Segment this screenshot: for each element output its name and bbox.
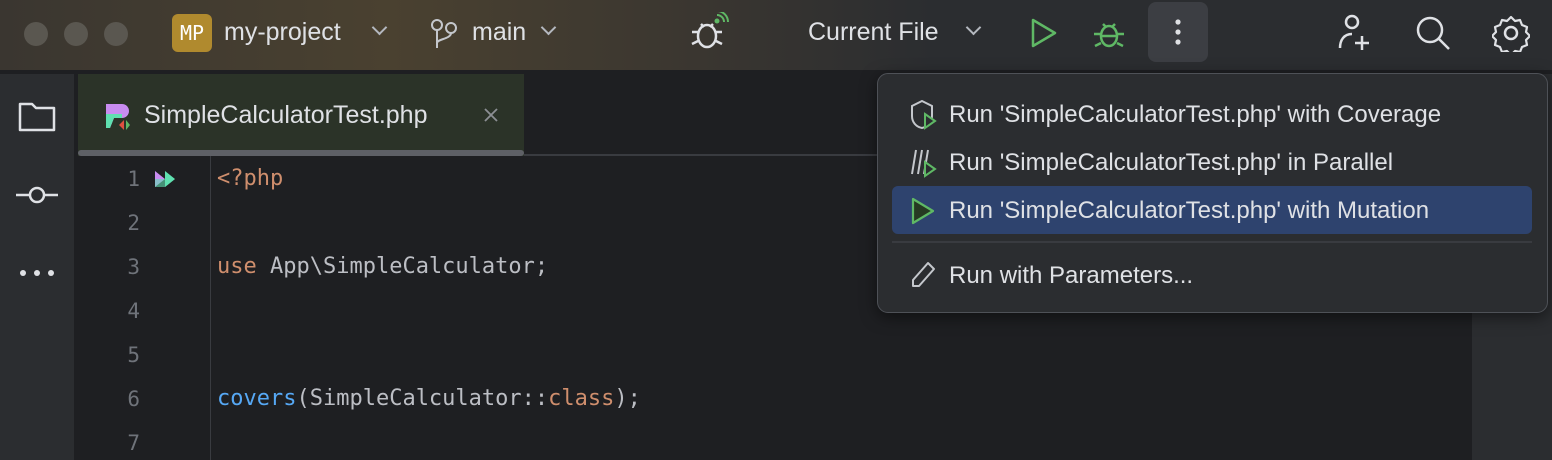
function-name: covers	[217, 386, 297, 411]
menu-item-label: Run with Parameters...	[949, 262, 1194, 289]
run-icon[interactable]	[1030, 18, 1058, 48]
title-bar: MP my-project main Current File	[0, 0, 1552, 72]
menu-item-run-with-coverage[interactable]: Run 'SimpleCalculatorTest.php' with Cove…	[892, 90, 1532, 138]
commit-icon[interactable]	[16, 184, 58, 206]
code-line-6[interactable]: covers(SimpleCalculator::class);	[217, 386, 641, 411]
tab-filename: SimpleCalculatorTest.php	[144, 101, 428, 129]
chevron-down-icon	[540, 19, 557, 36]
run-options-menu: Run 'SimpleCalculatorTest.php' with Cove…	[877, 73, 1548, 313]
code-text: );	[614, 386, 641, 411]
code-text: (SimpleCalculator::	[296, 386, 549, 411]
coverage-icon	[911, 100, 937, 130]
search-icon[interactable]	[1414, 14, 1452, 52]
run-icon	[911, 197, 935, 225]
menu-item-label: Run 'SimpleCalculatorTest.php' with Cove…	[949, 101, 1442, 128]
debug-remote-icon[interactable]	[688, 12, 730, 52]
parallel-icon	[911, 149, 937, 178]
add-user-icon[interactable]	[1336, 12, 1374, 54]
line-number: 4	[127, 299, 140, 323]
line-number: 7	[127, 431, 140, 455]
pest-file-icon	[106, 104, 130, 130]
code-line-3[interactable]: use App\SimpleCalculator;	[217, 254, 548, 279]
chevron-down-icon	[965, 19, 982, 36]
project-folder-icon[interactable]	[18, 100, 56, 132]
line-number: 6	[127, 387, 140, 411]
more-actions-button[interactable]	[1148, 2, 1208, 62]
line-number: 2	[127, 211, 140, 235]
code-line-1[interactable]: <?php	[217, 166, 283, 191]
close-tab-icon[interactable]	[484, 108, 498, 122]
tool-window-sidebar	[0, 74, 76, 460]
debug-icon[interactable]	[1092, 16, 1126, 50]
settings-gear-icon[interactable]	[1492, 14, 1530, 52]
close-window-button[interactable]	[24, 22, 48, 46]
menu-item-run-with-mutation[interactable]: Run 'SimpleCalculatorTest.php' with Muta…	[892, 186, 1532, 234]
gutter-separator	[210, 156, 211, 460]
line-number: 1	[127, 167, 140, 191]
maximize-window-button[interactable]	[104, 22, 128, 46]
line-number: 3	[127, 255, 140, 279]
line-number: 5	[127, 343, 140, 367]
chevron-down-icon	[371, 19, 388, 36]
more-tools-icon[interactable]	[18, 268, 56, 278]
active-tab-indicator	[78, 150, 524, 156]
run-config-selector[interactable]: Current File	[808, 18, 939, 47]
branch-icon	[431, 19, 457, 48]
editor-tab[interactable]: SimpleCalculatorTest.php	[78, 74, 524, 156]
project-badge: MP	[172, 14, 212, 52]
run-all-tests-gutter-icon[interactable]	[154, 170, 178, 188]
minimize-window-button[interactable]	[64, 22, 88, 46]
menu-item-label: Run 'SimpleCalculatorTest.php' in Parall…	[949, 149, 1394, 176]
menu-item-run-with-parameters[interactable]: Run with Parameters...	[892, 251, 1532, 299]
code-text: App\SimpleCalculator;	[256, 254, 549, 279]
more-vertical-icon	[1175, 19, 1181, 45]
keyword: use	[217, 254, 257, 279]
pencil-icon	[912, 262, 935, 287]
menu-item-run-in-parallel[interactable]: Run 'SimpleCalculatorTest.php' in Parall…	[892, 138, 1532, 186]
project-selector[interactable]: my-project	[224, 18, 341, 47]
menu-separator	[892, 241, 1532, 243]
keyword: class	[548, 386, 615, 411]
menu-item-label: Run 'SimpleCalculatorTest.php' with Muta…	[949, 197, 1430, 224]
branch-selector[interactable]: main	[472, 18, 526, 47]
